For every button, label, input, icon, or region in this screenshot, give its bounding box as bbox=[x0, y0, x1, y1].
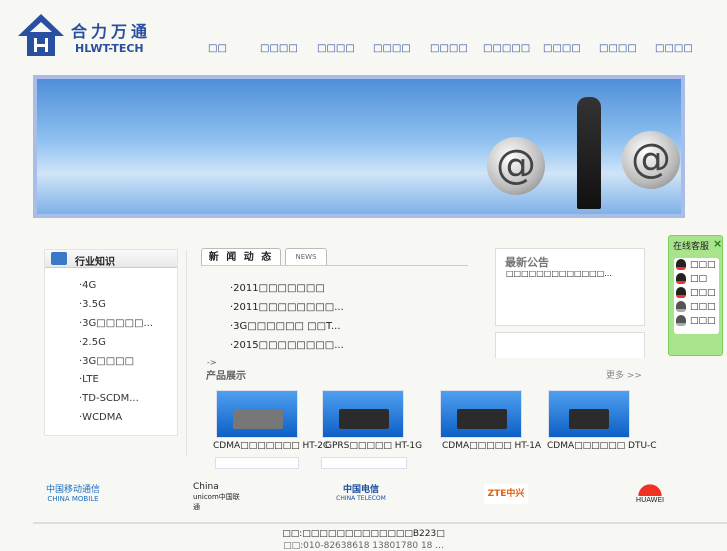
knowledge-link[interactable]: ·WCDMA bbox=[79, 412, 122, 423]
nav-item[interactable]: □□□□ bbox=[543, 43, 581, 54]
agent[interactable]: □□□ bbox=[674, 258, 719, 272]
product-caption[interactable]: CDMA□□□□□ HT-1A bbox=[442, 441, 541, 451]
agent[interactable]: □□□ bbox=[674, 300, 719, 314]
footer-address: □□:□□□□□□□□□□□□□B223□ bbox=[282, 529, 445, 539]
qq-online-icon bbox=[676, 259, 686, 270]
agent[interactable]: □□□ bbox=[674, 314, 719, 328]
knowledge-link[interactable]: ·TD-SCDM... bbox=[79, 393, 139, 404]
notice-panel: 最新公告 □□□□□□□□□□□□□... bbox=[495, 248, 645, 326]
logo-text: HUAWEI bbox=[635, 496, 665, 504]
at-sign-icon: @ bbox=[622, 131, 680, 189]
notice-title: 最新公告 bbox=[505, 256, 549, 269]
logo-icon bbox=[18, 14, 64, 56]
arrow-icon: -> bbox=[207, 358, 217, 367]
book-icon bbox=[51, 252, 67, 265]
nav-item[interactable]: □□□□ bbox=[317, 43, 355, 54]
logo-text: 中国移动通信 bbox=[45, 485, 100, 495]
knowledge-link[interactable]: ·3G□□□□□... bbox=[79, 318, 153, 329]
industry-knowledge-panel: 行业知识 ·4G ·3.5G ·3G□□□□□... ·2.5G ·3G□□□□… bbox=[44, 249, 178, 436]
partner-logo-china-mobile[interactable]: 中国移动通信 CHINA MOBILE bbox=[44, 482, 102, 503]
brand-name-cn: 合力万通 bbox=[71, 22, 152, 41]
service-title: 在线客服 bbox=[673, 242, 710, 252]
tab-news-cn[interactable]: 新 闻 动 态 bbox=[201, 248, 281, 266]
product-image[interactable] bbox=[548, 390, 630, 438]
logo-text: unicom中国联通 bbox=[193, 493, 240, 511]
products-title: 产品展示 bbox=[206, 371, 246, 382]
panel-title: 行业知识 bbox=[75, 257, 115, 268]
logo-text: CHINA TELECOM bbox=[336, 495, 386, 502]
agent[interactable]: □□□ bbox=[674, 286, 719, 300]
partner-logo-zte[interactable]: ZTE中兴 bbox=[484, 484, 528, 504]
qq-online-icon bbox=[676, 287, 686, 298]
agent[interactable]: □□ bbox=[674, 272, 719, 286]
news-link[interactable]: ·3G□□□□□□ □□T... bbox=[230, 321, 341, 332]
at-sign-icon: @ bbox=[487, 137, 545, 195]
knowledge-link[interactable]: ·LTE bbox=[79, 374, 99, 385]
partner-logo-china-unicom[interactable]: China unicom中国联通 bbox=[193, 482, 243, 512]
notice-item[interactable]: □□□□□□□□□□□□□... bbox=[506, 269, 612, 278]
qq-online-icon bbox=[676, 273, 686, 284]
knowledge-link[interactable]: ·3G□□□□ bbox=[79, 356, 134, 367]
knowledge-link[interactable]: ·3.5G bbox=[79, 299, 106, 310]
nav-item[interactable]: □□□□ bbox=[430, 43, 468, 54]
product-image bbox=[215, 457, 299, 469]
notice-panel-bottom bbox=[495, 332, 645, 358]
product-image[interactable] bbox=[440, 390, 522, 438]
nav-item[interactable]: □□□□ bbox=[599, 43, 637, 54]
agent-name: □□□ bbox=[690, 260, 716, 270]
logo-text: China bbox=[193, 482, 219, 492]
online-service-panel: 在线客服 × □□□ □□ □□□ □□□ □□□ bbox=[668, 235, 723, 356]
product-caption[interactable]: GPRS□□□□□ HT-1G bbox=[325, 441, 422, 451]
nav-item[interactable]: □□□□□ bbox=[483, 43, 530, 54]
product-caption[interactable]: CDMA□□□□□□ DTU-C bbox=[547, 441, 657, 451]
divider bbox=[186, 250, 187, 455]
product-image[interactable] bbox=[322, 390, 404, 438]
product-caption[interactable]: CDMA□□□□□□□ HT-2C bbox=[213, 441, 329, 451]
footer-divider bbox=[33, 522, 727, 524]
agent-list: □□□ □□ □□□ □□□ □□□ bbox=[674, 258, 719, 334]
brand-name-en: HLWT-TECH bbox=[75, 42, 144, 55]
news-link[interactable]: ·2011□□□□□□□□... bbox=[230, 302, 344, 313]
qq-offline-icon bbox=[676, 301, 686, 312]
nav-item[interactable]: □□ bbox=[208, 43, 227, 54]
banner-image: @ @ bbox=[33, 75, 685, 218]
tab-news-en[interactable]: NEWS bbox=[285, 248, 327, 266]
product-image[interactable] bbox=[216, 390, 298, 438]
divider bbox=[201, 265, 468, 266]
nav-item[interactable]: □□□□ bbox=[373, 43, 411, 54]
qq-offline-icon bbox=[676, 315, 686, 326]
agent-name: □□ bbox=[690, 274, 708, 284]
nav-item[interactable]: □□□□ bbox=[655, 43, 693, 54]
partner-logo-china-telecom[interactable]: 中国电信 CHINA TELECOM bbox=[335, 482, 387, 502]
nav-item[interactable]: □□□□ bbox=[260, 43, 298, 54]
footer-contact: □□:010-82638618 13801780 18 ... bbox=[283, 541, 444, 551]
news-link[interactable]: ·2011□□□□□□□ bbox=[230, 283, 325, 294]
logo-text: 中国电信 bbox=[342, 485, 379, 495]
agent-name: □□□ bbox=[690, 288, 716, 298]
huawei-flower-icon bbox=[637, 482, 663, 496]
logo-text: ZTE中兴 bbox=[487, 489, 525, 499]
close-icon[interactable]: × bbox=[713, 237, 722, 250]
product-image bbox=[321, 457, 407, 469]
businessman-figure bbox=[577, 97, 601, 209]
agent-name: □□□ bbox=[690, 302, 716, 312]
agent-name: □□□ bbox=[690, 316, 716, 326]
knowledge-link[interactable]: ·4G bbox=[79, 280, 96, 291]
more-link[interactable]: 更多 >> bbox=[606, 368, 642, 381]
partner-logo-huawei[interactable]: HUAWEI bbox=[628, 482, 672, 504]
knowledge-link[interactable]: ·2.5G bbox=[79, 337, 106, 348]
news-link[interactable]: ·2015□□□□□□□□... bbox=[230, 340, 344, 351]
logo-text: CHINA MOBILE bbox=[47, 495, 99, 503]
